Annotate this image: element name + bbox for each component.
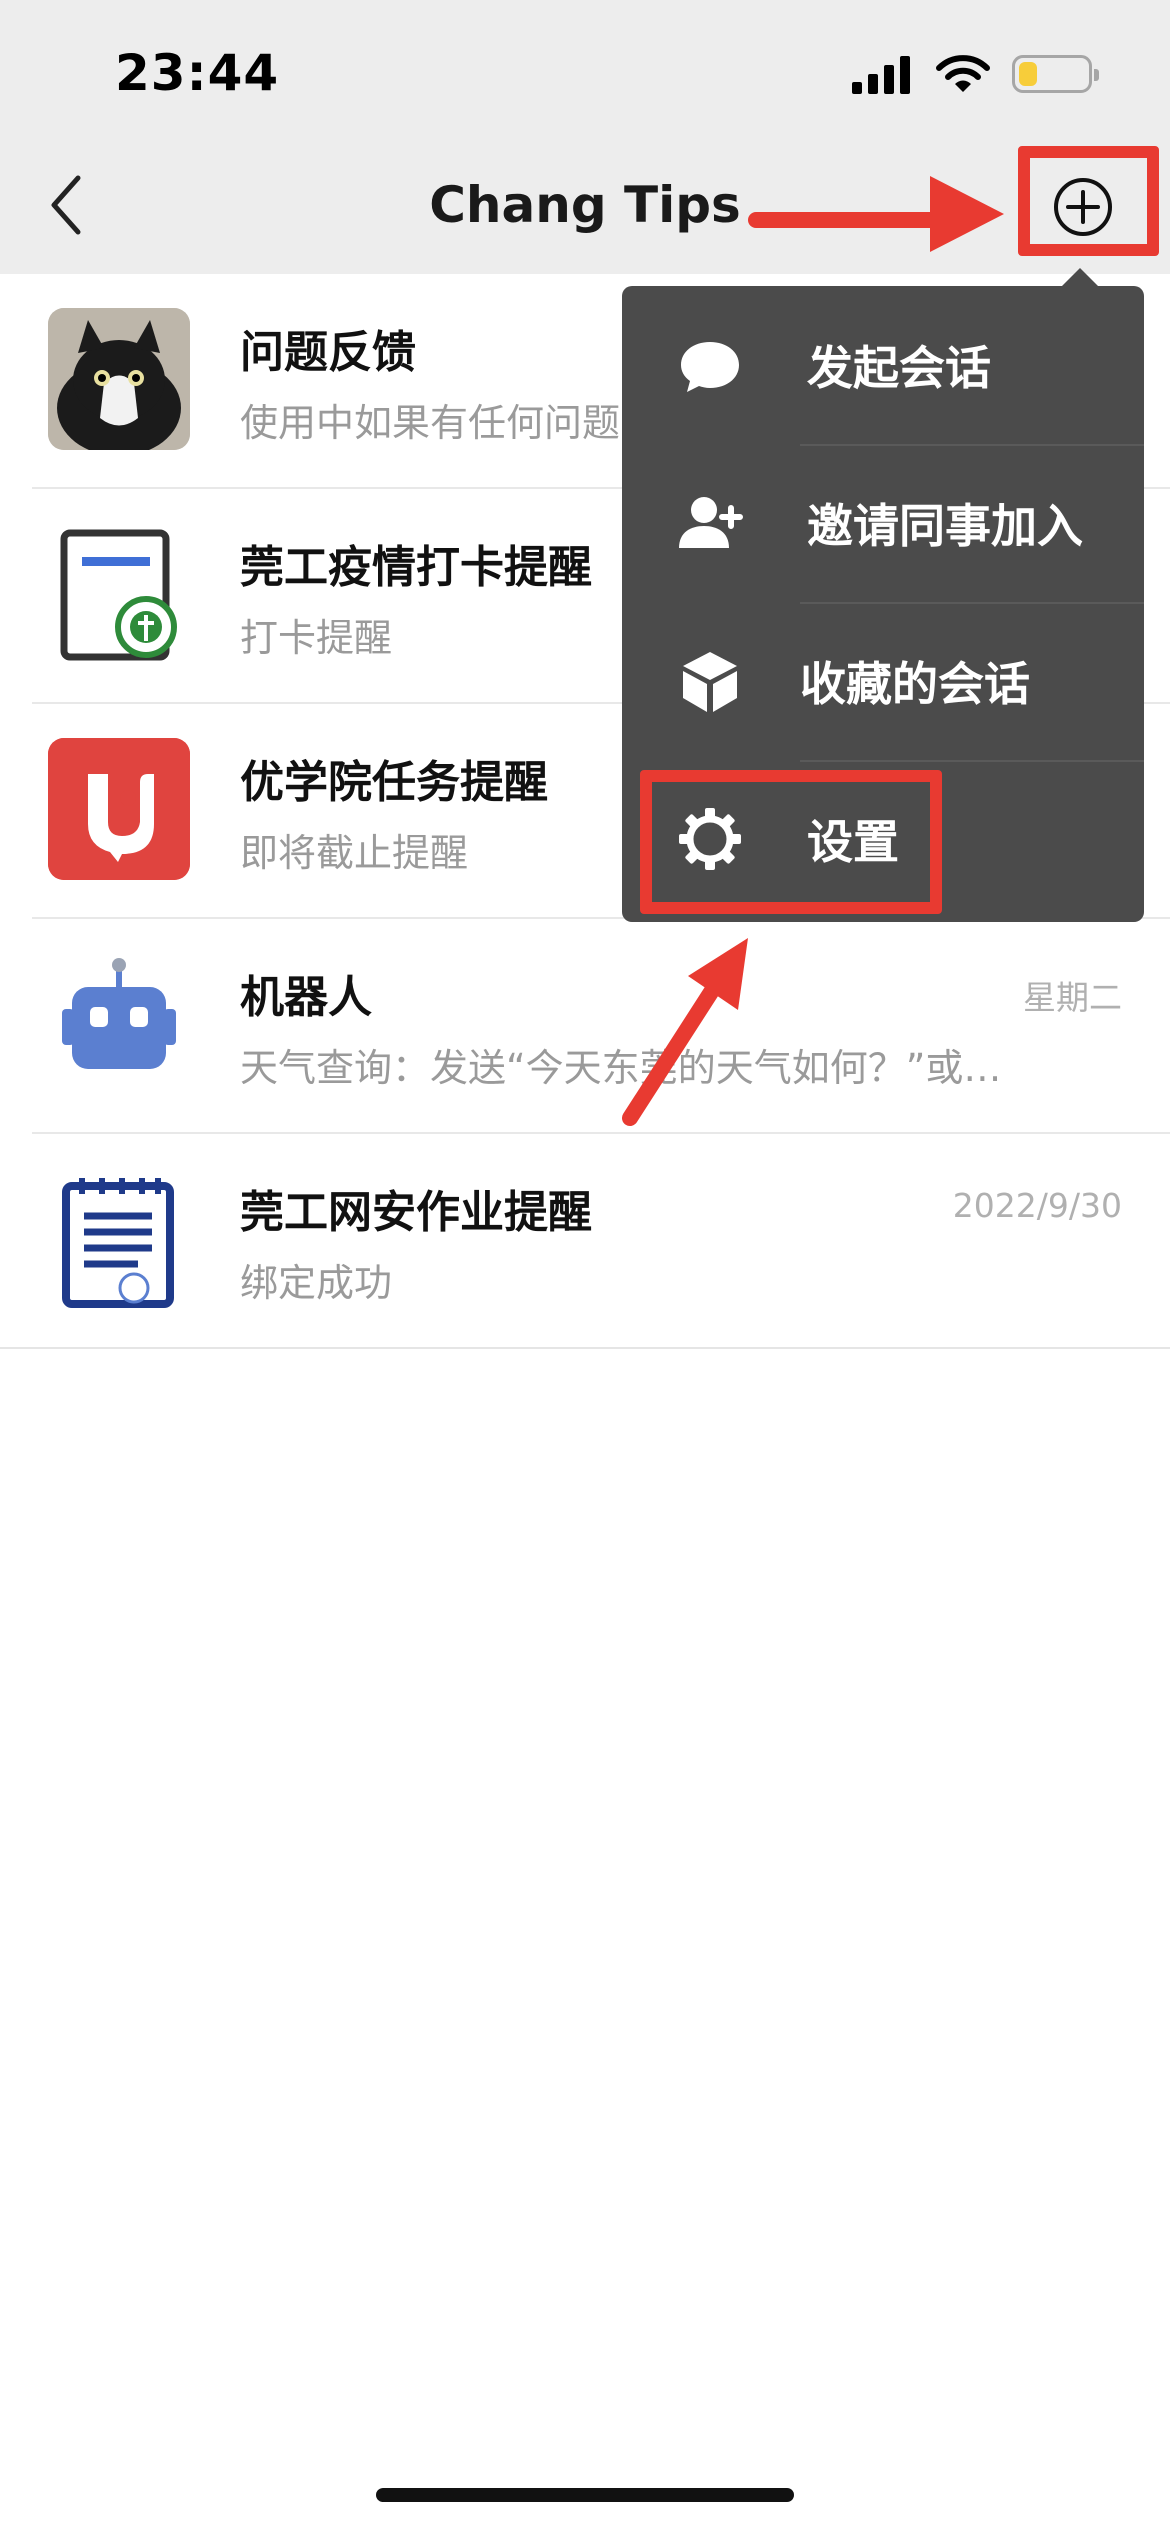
chat-name: 莞工网安作业提醒 bbox=[240, 1187, 592, 1238]
chat-preview: 天气查询：发送“今天东莞的天气如何？”或… bbox=[240, 1046, 1002, 1090]
screen: 23:44 Chang Tips 问题反馈 使用中如果有任何问题，欢迎反馈 莞工… bbox=[0, 0, 1170, 2532]
page-title: Chang Tips bbox=[429, 176, 741, 234]
home-indicator bbox=[376, 2488, 794, 2502]
chat-row-robot[interactable]: 机器人 天气查询：发送“今天东莞的天气如何？”或… 星期二 bbox=[32, 919, 1170, 1134]
add-user-icon bbox=[679, 497, 743, 548]
status-time: 23:44 bbox=[115, 44, 280, 102]
chat-name: 机器人 bbox=[240, 972, 372, 1023]
chat-time: 2022/9/30 bbox=[952, 1186, 1122, 1225]
status-icons bbox=[852, 54, 1099, 94]
menu-item-start-chat[interactable]: 发起会话 bbox=[622, 286, 1144, 444]
menu-label: 邀请同事加入 bbox=[807, 499, 1083, 553]
signal-icon bbox=[852, 56, 910, 94]
chat-name: 莞工疫情打卡提醒 bbox=[240, 542, 592, 593]
avatar-notepad bbox=[48, 1168, 190, 1310]
menu-label: 发起会话 bbox=[807, 341, 991, 395]
battery-icon bbox=[1012, 55, 1099, 93]
chat-preview: 即将截止提醒 bbox=[240, 831, 469, 875]
chat-preview: 绑定成功 bbox=[240, 1261, 393, 1305]
menu-label: 收藏的会话 bbox=[800, 657, 1030, 711]
avatar-robot bbox=[48, 953, 190, 1095]
wifi-icon bbox=[936, 55, 990, 92]
highlight-box-settings bbox=[640, 770, 942, 914]
avatar-checkin-doc bbox=[48, 523, 190, 665]
chat-bubble-icon bbox=[681, 342, 739, 392]
chat-preview: 打卡提醒 bbox=[240, 616, 393, 660]
chat-time: 星期二 bbox=[1023, 978, 1122, 1017]
avatar-ulearning-logo bbox=[48, 738, 190, 880]
chat-name: 问题反馈 bbox=[240, 327, 416, 378]
chat-row-netsec-homework[interactable]: 莞工网安作业提醒 绑定成功 2022/9/30 bbox=[0, 1134, 1170, 1349]
chat-name: 优学院任务提醒 bbox=[240, 757, 548, 808]
menu-item-invite-colleague[interactable]: 邀请同事加入 bbox=[622, 444, 1144, 602]
menu-item-saved-chats[interactable]: 收藏的会话 bbox=[622, 602, 1144, 760]
avatar-cat bbox=[48, 308, 190, 450]
header-area: 23:44 Chang Tips bbox=[0, 0, 1170, 274]
cube-icon bbox=[683, 652, 737, 712]
highlight-box-add-button bbox=[1018, 146, 1159, 256]
